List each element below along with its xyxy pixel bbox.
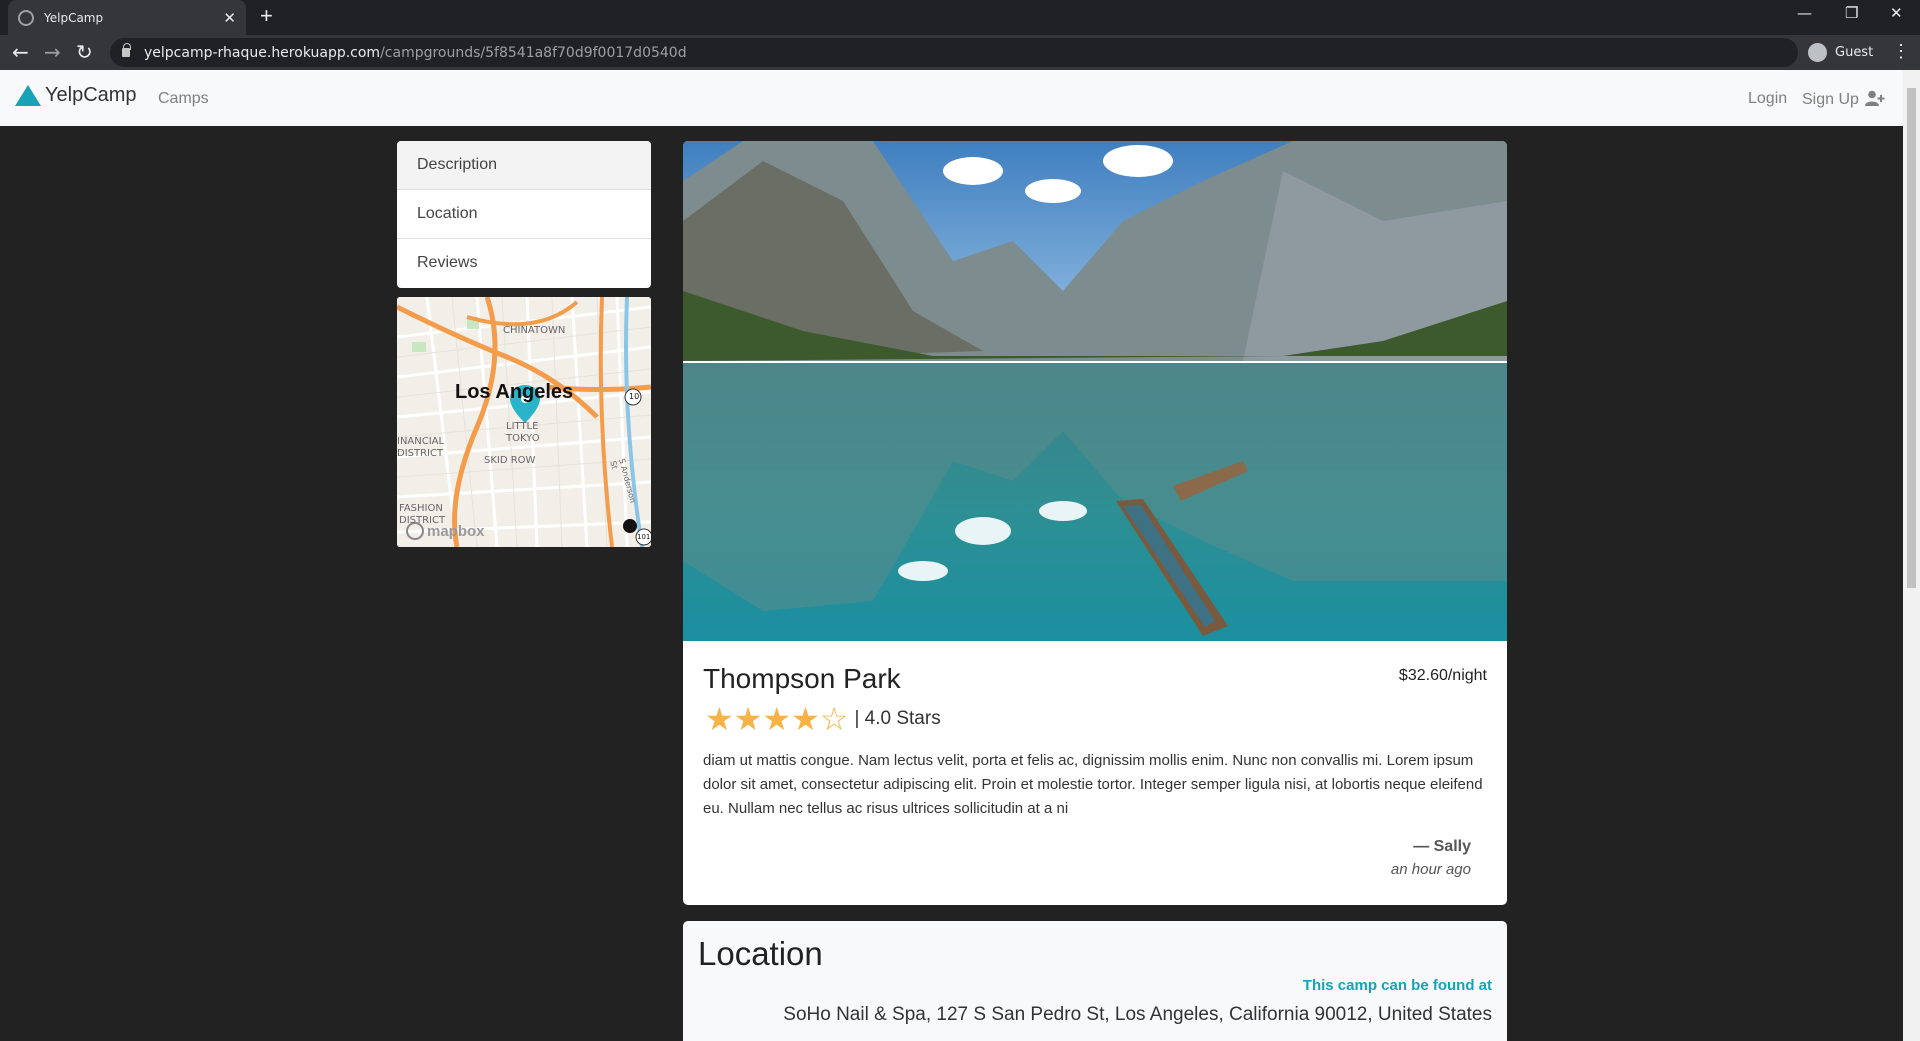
nav-camps-link[interactable]: Camps <box>158 90 209 108</box>
review-author: — Sally <box>1413 838 1471 855</box>
tab-title: YelpCamp <box>44 10 104 25</box>
url-path: /campgrounds/5f8541a8f70d9f0017d0540d <box>380 44 687 61</box>
sidebar-item-description[interactable]: Description <box>397 141 651 190</box>
browser-tab[interactable]: YelpCamp ✕ <box>8 0 246 35</box>
scrollbar-thumb[interactable] <box>1907 88 1916 588</box>
campground-card: Thompson Park $32.60/night ★ ★ ★ ★ ☆ | 4… <box>683 141 1507 905</box>
location-address: SoHo Nail & Spa, 127 S San Pedro St, Los… <box>783 1004 1492 1025</box>
reload-icon[interactable]: ↻ <box>76 40 93 64</box>
location-heading: Location <box>698 935 823 972</box>
map-label-chinatown: CHINATOWN <box>503 325 566 336</box>
location-card: Location This camp can be found at SoHo … <box>683 921 1507 1041</box>
page: YelpCamp Camps Login Sign Up Description… <box>0 70 1903 1041</box>
signup-label: Sign Up <box>1802 91 1859 108</box>
url-host: yelpcamp-rhaque.herokuapp.com <box>144 44 381 61</box>
brand-name: YelpCamp <box>45 84 137 106</box>
restore-icon[interactable]: ❐ <box>1845 4 1858 22</box>
map-label-little: LITTLE <box>506 421 539 432</box>
site-navbar: YelpCamp Camps Login Sign Up <box>0 70 1903 126</box>
nav-login-link[interactable]: Login <box>1748 90 1787 108</box>
map-highway-10: 10 <box>629 392 640 401</box>
nav-signup-link[interactable]: Sign Up <box>1802 90 1885 109</box>
star-empty-icon: ☆ <box>819 700 849 738</box>
map-label-skid-row: SKID ROW <box>484 455 536 466</box>
sidebar-list: Description Location Reviews <box>397 141 651 288</box>
map-highway-101: 101 <box>637 533 651 541</box>
browser-tabbar: YelpCamp ✕ + — ❐ ✕ <box>0 0 1920 35</box>
forward-icon[interactable]: → <box>44 40 61 64</box>
star-filled-icon: ★ <box>705 700 734 738</box>
campground-title: Thompson Park <box>703 663 901 694</box>
rating-text: | 4.0 Stars <box>854 708 941 729</box>
profile-button[interactable]: Guest <box>1808 38 1873 67</box>
mountain-logo-icon <box>15 85 41 106</box>
profile-label: Guest <box>1835 45 1874 60</box>
map-label-financial: INANCIAL <box>397 436 445 447</box>
new-tab-icon[interactable]: + <box>260 3 273 29</box>
star-filled-icon: ★ <box>762 700 792 738</box>
star-filled-icon: ★ <box>733 700 763 738</box>
back-icon[interactable]: ← <box>12 40 29 64</box>
map-city-label: Los Angeles <box>455 381 574 403</box>
globe-icon <box>18 9 34 26</box>
minimize-icon[interactable]: — <box>1797 4 1812 22</box>
window-close-icon[interactable]: ✕ <box>1890 4 1903 22</box>
map-label-financial-district: DISTRICT <box>397 448 444 459</box>
user-plus-icon <box>1865 90 1885 106</box>
lock-icon <box>122 43 131 57</box>
review-time: an hour ago <box>1390 861 1471 878</box>
avatar-icon <box>1808 43 1827 62</box>
mapbox-logo: mapbox <box>427 523 485 540</box>
map-label-fashion: FASHION <box>399 503 443 514</box>
location-map[interactable]: CHINATOWN Los Angeles LITTLE TOKYO SKID … <box>397 297 651 547</box>
location-subheading: This camp can be found at <box>1302 977 1492 994</box>
campground-price: $32.60/night <box>1398 667 1487 684</box>
review-body: diam ut mattis congue. Nam lectus velit,… <box>703 752 1483 817</box>
map-label-tokyo: TOKYO <box>506 433 540 444</box>
page-scrollbar[interactable] <box>1903 70 1920 1041</box>
tab-close-icon[interactable]: ✕ <box>223 9 236 27</box>
address-bar[interactable]: yelpcamp-rhaque.herokuapp.com/campground… <box>110 38 1798 67</box>
star-filled-icon: ★ <box>791 700 820 738</box>
sidebar-item-location[interactable]: Location <box>397 190 651 239</box>
brand-link[interactable]: YelpCamp <box>15 84 137 107</box>
browser-toolbar: ← → ↻ yelpcamp-rhaque.herokuapp.com/camp… <box>0 35 1920 70</box>
campground-image <box>683 141 1507 641</box>
rating-stars: ★ ★ ★ ★ ☆ | 4.0 Stars <box>705 703 941 735</box>
sidebar-item-reviews[interactable]: Reviews <box>397 239 651 288</box>
browser-menu-icon[interactable]: ⋮ <box>1892 41 1910 62</box>
